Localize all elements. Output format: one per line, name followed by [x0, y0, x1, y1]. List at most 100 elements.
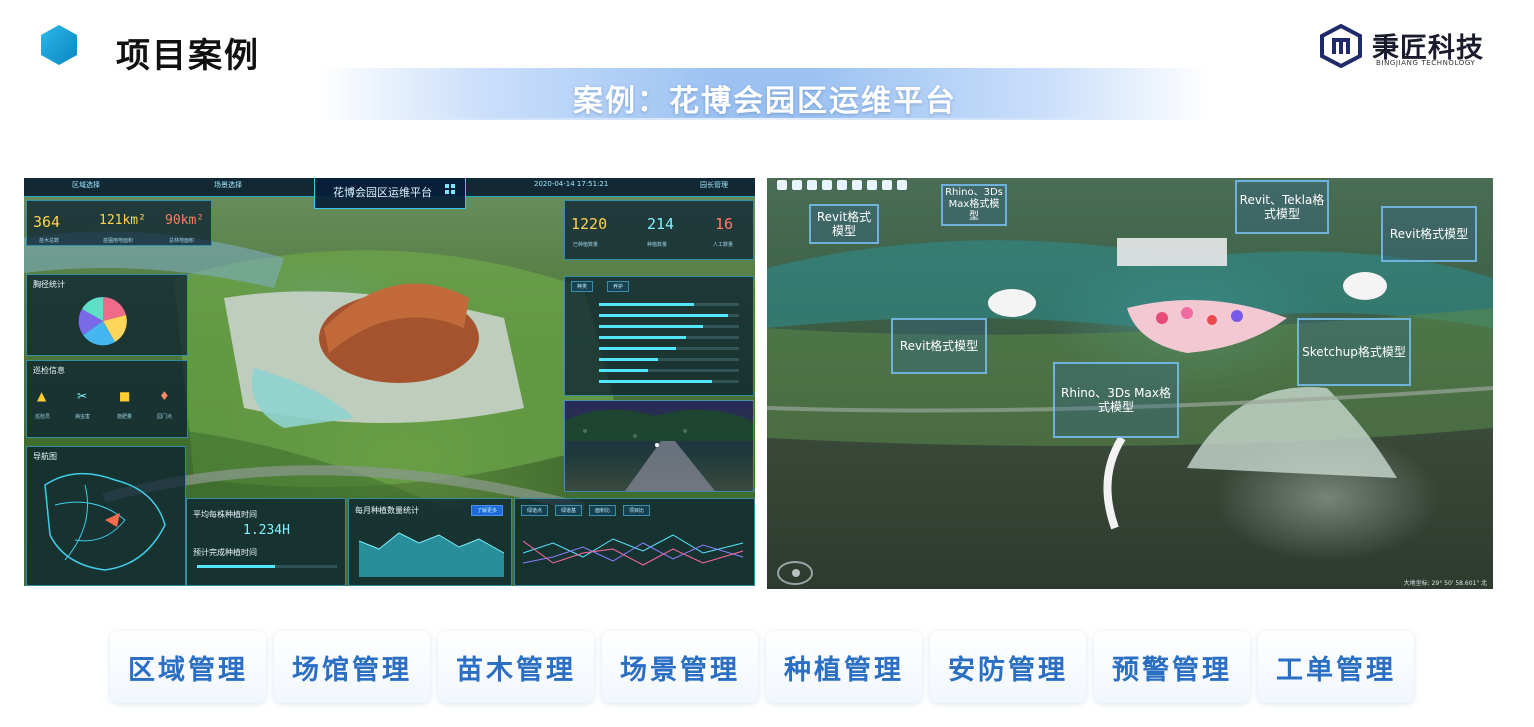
- inspect-item-label: 巡检员: [35, 414, 51, 420]
- stat-value: 16: [715, 215, 734, 233]
- tool-button[interactable]: [837, 180, 847, 190]
- pest-icon: ✂: [77, 389, 88, 403]
- avg-time-value: 1.234H: [243, 523, 290, 538]
- bar-track: [599, 380, 739, 383]
- stat-label: 已种植数量: [573, 242, 599, 248]
- coordinates-readout: 大地坐标: 29° 50' 58.601" 北: [1403, 580, 1487, 587]
- model-label: Revit格式模型: [891, 318, 987, 374]
- toolbar: [777, 180, 917, 192]
- page-title: 项目案例: [116, 36, 260, 76]
- security-management-button[interactable]: 安防管理: [930, 631, 1086, 703]
- banner-title: 案例：花博会园区运维平台: [573, 84, 957, 119]
- tool-button[interactable]: [852, 180, 862, 190]
- bar-fill: [599, 347, 676, 350]
- inspect-item-label: 园门点: [157, 414, 173, 420]
- avg-time-subtitle: 预计完成种植时间: [193, 548, 257, 557]
- warning-management-button[interactable]: 预警管理: [1094, 631, 1250, 703]
- module-button-row: 区域管理 场馆管理 苗木管理 场景管理 种植管理 安防管理 预警管理 工单管理: [110, 631, 1416, 705]
- bar-fill: [599, 336, 686, 339]
- bar-fill: [599, 314, 728, 317]
- progress-fill: [197, 565, 276, 568]
- pie-panel-title: 胸径统计: [33, 280, 65, 289]
- avg-time-panel: 平均每株种植时间 1.234H 预计完成种植时间: [186, 498, 346, 586]
- bar-track: [599, 336, 739, 339]
- trend-tab[interactable]: 项目比: [623, 505, 651, 516]
- hexagon-icon: [41, 25, 77, 65]
- planting-management-button[interactable]: 种植管理: [766, 631, 922, 703]
- progress-track: [197, 565, 337, 568]
- tool-button[interactable]: [867, 180, 877, 190]
- pie-chart: [78, 296, 127, 346]
- model-label: Revit、Tekla格式模型: [1235, 180, 1329, 234]
- case-banner: 案例：花博会园区运维平台: [320, 68, 1210, 120]
- stat-label: 苗木总数: [39, 238, 60, 244]
- model-label: Revit格式模型: [809, 204, 879, 244]
- work-order-management-button[interactable]: 工单管理: [1258, 631, 1414, 703]
- area-management-button[interactable]: 区域管理: [110, 631, 266, 703]
- model-label: Rhino、3Ds Max格式模型: [941, 184, 1007, 226]
- scene-management-button[interactable]: 场景管理: [602, 631, 758, 703]
- tool-button[interactable]: [807, 180, 817, 190]
- species-bars-panel: 种类 养护: [564, 276, 754, 396]
- bar-track: [599, 303, 739, 306]
- stat-label: 总林地面积: [169, 238, 195, 244]
- inspector-icon: ▲: [37, 389, 47, 403]
- compass-icon[interactable]: [777, 561, 813, 585]
- stat-label: 苗圃用地面积: [103, 238, 134, 244]
- night-photo-panel: [564, 400, 754, 492]
- stat-value: 90km²: [165, 213, 205, 228]
- tab-species[interactable]: 种类: [571, 281, 594, 292]
- nursery-management-button[interactable]: 苗木管理: [438, 631, 594, 703]
- fertilizer-icon: ■: [119, 389, 131, 403]
- tool-button[interactable]: [882, 180, 892, 190]
- inspect-panel: 巡检信息 ▲ ✂ ■ ♦ 巡检员 病虫害 施肥量 园门点: [26, 360, 188, 438]
- nav-map[interactable]: [35, 465, 175, 580]
- scene-select-tab[interactable]: 场景选择: [214, 180, 242, 190]
- logo-icon: [1320, 24, 1362, 68]
- stats-left-panel: 364 121km² 90km² 苗木总数 苗圃用地面积 总林地面积: [26, 200, 212, 246]
- bar-track: [599, 314, 739, 317]
- trend-tab[interactable]: 绿道点: [521, 505, 549, 516]
- datetime-readout: 2020-04-14 17:51:21: [534, 180, 609, 188]
- tool-button[interactable]: [777, 180, 787, 190]
- more-button[interactable]: 了解更多: [471, 505, 504, 516]
- region-select-tab[interactable]: 区域选择: [72, 180, 100, 190]
- model-label: Revit格式模型: [1381, 206, 1477, 262]
- line-chart: [523, 534, 744, 566]
- venue-management-button[interactable]: 场馆管理: [274, 631, 430, 703]
- stat-label: 种植数量: [647, 242, 668, 248]
- bar-fill: [599, 369, 648, 372]
- trend-tab[interactable]: 绿道基: [555, 505, 583, 516]
- dashboard-title: 花博会园区运维平台: [333, 186, 432, 199]
- tab-maintenance[interactable]: 养护: [607, 281, 630, 292]
- inspect-item-label: 施肥量: [117, 414, 133, 420]
- stat-value: 1220: [571, 215, 608, 233]
- tool-button[interactable]: [822, 180, 832, 190]
- tool-button[interactable]: [897, 180, 907, 190]
- inspect-item-label: 病虫害: [75, 414, 91, 420]
- model-label: Rhino、3Ds Max格式模型: [1053, 362, 1179, 438]
- bar-track: [599, 369, 739, 372]
- stats-right-panel: 1220 214 16 已种植数量 种植数量 人工数量: [564, 200, 754, 260]
- trend-tab[interactable]: 面积比: [589, 505, 617, 516]
- grid-menu-icon[interactable]: [445, 184, 455, 194]
- trend-chart-panel: 绿道点 绿道基 面积比 项目比: [514, 498, 755, 586]
- nav-map-panel: 导航图: [26, 446, 186, 586]
- platform-dashboard-screenshot: 区域选择 场景选择 2020-04-14 17:51:21 园长管理 花博会园区…: [24, 178, 755, 586]
- manager-tab[interactable]: 园长管理: [700, 180, 728, 190]
- nav-map-title: 导航图: [33, 452, 57, 461]
- model-formats-screenshot: Revit格式模型 Rhino、3Ds Max格式模型 Revit、Tekla格…: [767, 178, 1493, 589]
- bar-fill: [599, 358, 658, 361]
- bar-track: [599, 325, 739, 328]
- company-logo: 秉匠科技 BINGJIANG TECHNOLOGY: [1320, 22, 1520, 72]
- monthly-chart-title: 每月种植数量统计: [355, 506, 419, 515]
- inspect-panel-title: 巡检信息: [33, 366, 65, 375]
- bar-track: [599, 347, 739, 350]
- avg-time-title: 平均每株种植时间: [193, 510, 257, 519]
- stat-value: 121km²: [99, 213, 146, 228]
- stat-value: 364: [33, 213, 61, 231]
- model-label: Sketchup格式模型: [1297, 318, 1411, 386]
- dashboard-title-tab: 花博会园区运维平台: [314, 178, 466, 209]
- tool-button[interactable]: [792, 180, 802, 190]
- bar-fill: [599, 380, 713, 383]
